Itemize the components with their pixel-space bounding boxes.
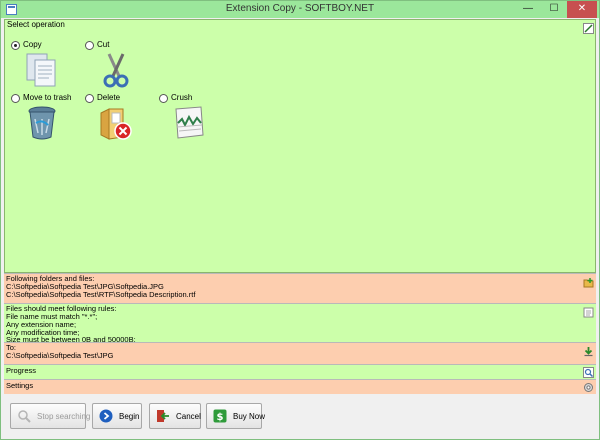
scissors-icon: [103, 53, 129, 88]
cancel-arrow-icon: [157, 410, 169, 422]
destination-path: C:\Softpedia\Softpedia Test\JPG: [6, 351, 114, 360]
delete-label: Delete: [97, 93, 121, 102]
settings-panel: Settings: [4, 379, 596, 394]
rules-panel: Files should meet following rules: File …: [4, 303, 596, 344]
buy-now-button[interactable]: $ Buy Now: [206, 403, 266, 429]
delete-folder-icon: [100, 108, 132, 140]
crush-icon: [175, 106, 204, 139]
gear-icon[interactable]: [583, 382, 594, 393]
dollar-icon: $: [213, 409, 227, 423]
operations-label: Select operation: [7, 20, 65, 29]
folders-panel: Following folders and files: C:\Softpedi…: [4, 273, 596, 303]
trash-bin-icon: [28, 106, 56, 140]
cut-radio[interactable]: [85, 41, 94, 50]
crush-label: Crush: [171, 93, 193, 102]
delete-radio[interactable]: [85, 94, 94, 103]
crush-radio[interactable]: [159, 94, 168, 103]
magnifier-icon[interactable]: [583, 367, 594, 378]
folder-path-2: C:\Softpedia\Softpedia Test\RTF\Softpedi…: [6, 290, 196, 299]
edit-icon[interactable]: [583, 23, 594, 34]
minimize-button[interactable]: —: [515, 1, 541, 18]
operations-panel: Select operation Copy Cut Move to trash …: [4, 19, 596, 273]
copy-radio[interactable]: [11, 41, 20, 50]
cancel-label: Cancel: [176, 412, 201, 421]
button-bar: Stop searching Begin Cancel $ Buy Now: [4, 394, 596, 438]
magnifier-icon: [18, 410, 31, 423]
buy-now-label: Buy Now: [233, 412, 266, 421]
copy-label: Copy: [23, 40, 42, 49]
progress-panel: Progress: [4, 364, 596, 379]
destination-panel: To: C:\Softpedia\Softpedia Test\JPG: [4, 342, 596, 364]
progress-label: Progress: [6, 366, 37, 375]
stop-searching-button[interactable]: Stop searching: [10, 403, 90, 429]
svg-text:$: $: [217, 412, 224, 423]
main-window: Extension Copy - SOFTBOY.NET — ☐ ✕ Selec…: [0, 0, 600, 440]
maximize-button[interactable]: ☐: [541, 1, 567, 18]
copy-icon: [26, 53, 56, 87]
move-to-trash-label: Move to trash: [23, 93, 72, 102]
move-to-trash-radio[interactable]: [11, 94, 20, 103]
cut-label: Cut: [97, 40, 110, 49]
forward-arrow-icon: [99, 409, 113, 423]
add-folder-icon[interactable]: [583, 277, 594, 288]
title-bar: Extension Copy - SOFTBOY.NET — ☐ ✕: [1, 1, 599, 18]
download-arrow-icon[interactable]: [583, 346, 594, 357]
begin-label: Begin: [119, 412, 140, 421]
window-title: Extension Copy - SOFTBOY.NET: [225, 3, 375, 14]
stop-searching-label: Stop searching: [37, 412, 91, 421]
close-button[interactable]: ✕: [567, 1, 597, 18]
notepad-icon[interactable]: [583, 307, 594, 318]
cancel-button[interactable]: Cancel: [149, 403, 201, 429]
begin-button[interactable]: Begin: [92, 403, 142, 429]
settings-label: Settings: [6, 381, 34, 390]
